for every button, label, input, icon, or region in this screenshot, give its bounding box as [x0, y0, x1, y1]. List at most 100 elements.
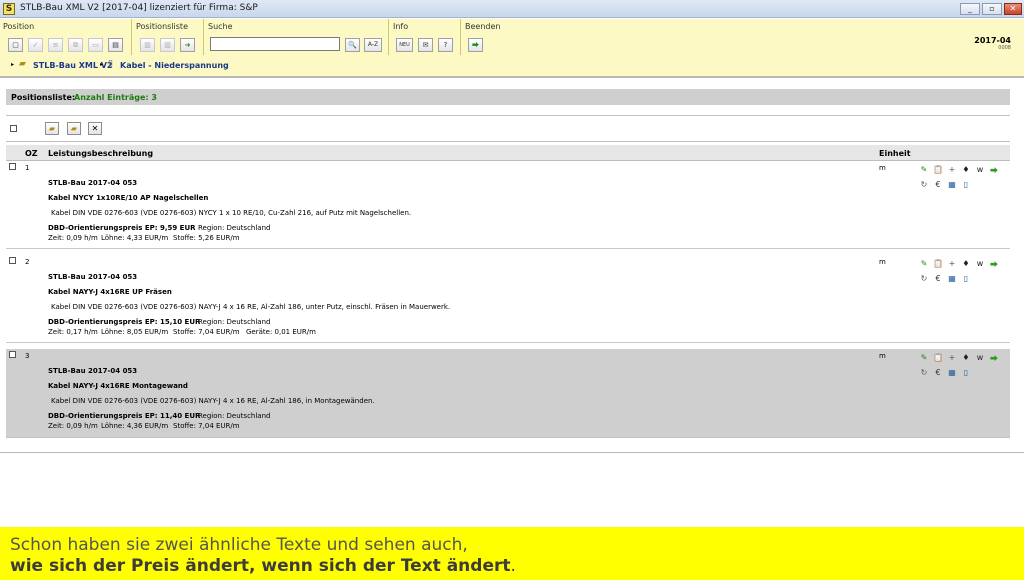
plus-icon[interactable]: +: [947, 259, 957, 268]
breadcrumb: ▸ ▰ STLB-Bau XML V2 ▸ ▯ Kabel - Niedersp…: [0, 56, 1024, 76]
column-icon[interactable]: ▯: [961, 274, 971, 283]
row-checkbox[interactable]: [9, 257, 16, 264]
pencil-icon[interactable]: ✎: [919, 259, 929, 268]
version-number: 2017-04: [974, 36, 1011, 45]
list-up-icon[interactable]: ▥: [140, 38, 155, 52]
row-checkbox[interactable]: [9, 163, 16, 170]
list-down-icon[interactable]: ▥: [160, 38, 175, 52]
row-time: Zeit: 0,09 h/m: [48, 422, 98, 430]
group-position: Position ▢ ✓ ≡ ⧉ ▭ ▤: [0, 19, 132, 55]
refresh-icon[interactable]: ↻: [919, 274, 929, 283]
group-positionsliste: Positionsliste ▥ ▥ ➜: [133, 19, 204, 55]
row-oz: 3: [25, 352, 30, 360]
exit-icon[interactable]: ⮕: [468, 38, 483, 52]
row-title[interactable]: Kabel NYCY 1x10RE/10 AP Nagelschellen: [48, 194, 208, 202]
row-time: Zeit: 0,17 h/m: [48, 328, 98, 336]
caption-line-1: Schon haben sie zwei ähnliche Texte und …: [10, 535, 468, 555]
help-icon[interactable]: ?: [438, 38, 453, 52]
add-folder-icon[interactable]: ▰: [45, 122, 59, 135]
row-oz: 2: [25, 258, 30, 266]
row-wages: Löhne: 8,05 EUR/m: [101, 328, 169, 336]
edit-icon[interactable]: ≡: [48, 38, 63, 52]
w-icon[interactable]: w: [975, 165, 985, 174]
refresh-icon[interactable]: ↻: [919, 368, 929, 377]
search-icon[interactable]: 🔍: [345, 38, 360, 52]
row-oz: 1: [25, 164, 30, 172]
group-label-position: Position: [3, 22, 35, 31]
w-icon[interactable]: w: [975, 353, 985, 362]
w-icon[interactable]: w: [975, 259, 985, 268]
breadcrumb-current[interactable]: Kabel - Niederspannung: [120, 61, 229, 70]
export-icon[interactable]: ➜: [180, 38, 195, 52]
breadcrumb-separator-icon: ▸: [100, 61, 104, 68]
maximize-button[interactable]: ▫: [982, 3, 1002, 15]
new-badge-button[interactable]: NEU: [396, 38, 413, 52]
list-label: Positionsliste:: [11, 93, 76, 102]
copy-icon[interactable]: ⧉: [68, 38, 83, 52]
folder-icon: ▰: [19, 59, 26, 69]
col-oz[interactable]: OZ: [25, 149, 38, 158]
table-row[interactable]: 1 m STLB-Bau 2017-04 053 Kabel NYCY 1x10RE/…: [6, 161, 1010, 249]
column-icon[interactable]: ▯: [961, 180, 971, 189]
refresh-icon[interactable]: ↻: [919, 180, 929, 189]
table-icon[interactable]: ▦: [947, 274, 957, 283]
group-label-beenden: Beenden: [465, 22, 501, 31]
plus-icon[interactable]: +: [947, 353, 957, 362]
mail-icon[interactable]: ✉: [418, 38, 433, 52]
table-row[interactable]: 2 m STLB-Bau 2017-04 053 Kabel NAYY-J 4x16R…: [6, 255, 1010, 343]
column-header: OZ Leistungsbeschreibung Einheit: [6, 145, 1010, 161]
table-icon[interactable]: ▦: [947, 368, 957, 377]
notes-icon[interactable]: 📋: [933, 259, 943, 268]
separator-line: [6, 141, 1010, 142]
row-checkbox[interactable]: [9, 351, 16, 358]
a-z-button[interactable]: A-Z: [364, 38, 382, 52]
group-beenden: Beenden ⮕: [462, 19, 522, 55]
export-arrow-icon[interactable]: ⮕: [989, 353, 999, 364]
export-arrow-icon[interactable]: ⮕: [989, 165, 999, 176]
breadcrumb-arrow-icon: ▸: [11, 61, 15, 68]
euro-icon[interactable]: €: [933, 274, 943, 283]
group-label-positionsliste: Positionsliste: [136, 22, 188, 31]
version-label: 2017-04 0008: [974, 36, 1011, 51]
new-document-icon[interactable]: ▢: [8, 38, 23, 52]
table-row[interactable]: 3 m STLB-Bau 2017-04 053 Kabel NAYY-J 4x16R…: [6, 349, 1010, 437]
separator-line: [6, 115, 1010, 116]
diamond-icon[interactable]: ♦: [961, 165, 971, 174]
row-region: Region: Deutschland: [198, 318, 271, 326]
table-icon[interactable]: ▦: [947, 180, 957, 189]
diamond-icon[interactable]: ♦: [961, 353, 971, 362]
check-icon[interactable]: ✓: [28, 38, 43, 52]
notes-icon[interactable]: 📋: [933, 165, 943, 174]
divider: [0, 76, 1024, 78]
row-text: Kabel DIN VDE 0276-603 (VDE 0276-603) NY…: [51, 209, 412, 217]
edit-folder-icon[interactable]: ▰: [67, 122, 81, 135]
col-description[interactable]: Leistungsbeschreibung: [48, 149, 153, 158]
delete-x-icon[interactable]: ✕: [88, 122, 102, 135]
group-label-info: Info: [393, 22, 409, 31]
col-unit[interactable]: Einheit: [879, 149, 911, 158]
search-input[interactable]: [210, 37, 340, 51]
row-code: STLB-Bau 2017-04 053: [48, 273, 138, 281]
notes-icon[interactable]: 📋: [933, 353, 943, 362]
pencil-icon[interactable]: ✎: [919, 165, 929, 174]
select-all-checkbox[interactable]: [10, 125, 17, 132]
delete-icon[interactable]: ▭: [88, 38, 103, 52]
print-icon[interactable]: ▤: [108, 38, 123, 52]
diamond-icon[interactable]: ♦: [961, 259, 971, 268]
export-arrow-icon[interactable]: ⮕: [989, 259, 999, 270]
minimize-button[interactable]: _: [960, 3, 980, 15]
row-wages: Löhne: 4,33 EUR/m: [101, 234, 169, 242]
caption-line-2-bold: wie sich der Preis ändert, wenn sich der…: [10, 556, 511, 576]
euro-icon[interactable]: €: [933, 180, 943, 189]
row-title[interactable]: Kabel NAYY-J 4x16RE Montagewand: [48, 382, 188, 390]
caption-banner: Schon haben sie zwei ähnliche Texte und …: [0, 527, 1024, 580]
column-icon[interactable]: ▯: [961, 368, 971, 377]
row-price: DBD-Orientierungspreis EP: 9,59 EUR: [48, 224, 196, 232]
plus-icon[interactable]: +: [947, 165, 957, 174]
pencil-icon[interactable]: ✎: [919, 353, 929, 362]
row-title[interactable]: Kabel NAYY-J 4x16RE UP Fräsen: [48, 288, 172, 296]
list-header: Positionsliste: Anzahl Einträge: 3: [6, 89, 1010, 105]
close-window-button[interactable]: ✕: [1004, 3, 1022, 15]
euro-icon[interactable]: €: [933, 368, 943, 377]
row-region: Region: Deutschland: [198, 412, 271, 420]
